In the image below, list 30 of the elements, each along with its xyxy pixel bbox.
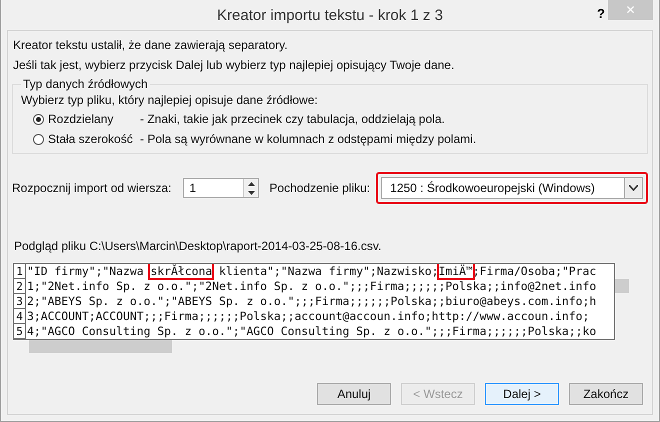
dialog-button[interactable]: Zakończ <box>569 383 643 405</box>
start-row-spinner[interactable]: 1 <box>183 178 260 198</box>
prompt-text: Wybierz typ pliku, który najlepiej opisuje dane źródłowe: <box>21 92 319 109</box>
preview-line: "ID firmy";"Nazwa skrĂłcona klienta";"Nazwa firmy";Nazwisko;ImiÄ™;Firma/Osoba;"Prac <box>26 264 596 279</box>
option-description: - Znaki, takie jak przecinek czy tabulacja, oddzielają pola. <box>140 112 445 126</box>
preview-line: 4;"AGCO Consulting Sp. z o.o.";"AGCO Consulting Sp. z o.o.";;;Firma;;;;;;Polska;;ko <box>26 324 596 339</box>
intro-text: Kreator tekstu ustalił, że dane zawierają separatory. <box>12 37 289 54</box>
start-row-label: Rozpocznij import od wiersza: <box>12 181 172 195</box>
radio-label[interactable]: Rozdzielany <box>48 112 140 126</box>
option-description: - Pola są wyrównane w kolumnach z odstępami między polami. <box>140 132 476 146</box>
intro-text: Jeśli tak jest, wybierz przycisk Dalej lub wybierz typ najlepiej opisujący Twoje dane. <box>12 57 456 74</box>
line-number: 2 <box>14 279 26 294</box>
origin-dropdown[interactable]: 1250 : Środkowoeuropejski (Windows) <box>381 177 643 199</box>
radio-button[interactable] <box>33 134 44 144</box>
radio-button[interactable] <box>33 114 44 124</box>
radio-label[interactable]: Stała szerokość <box>48 132 140 146</box>
dialog-button[interactable]: Dalej > <box>485 383 559 405</box>
preview-line: 2;"ABEYS Sp. z o.o.";"ABEYS Sp. z o.o.";;;Firma;;;;;;Polska;;biuro@abeys.com.info;h <box>26 294 596 309</box>
preview-line: 1;"2Net.info Sp. z o.o.";"2Net.info Sp. z o.o.";;;Firma;;;;;;Polska;;info@2net.info <box>26 279 596 294</box>
line-number: 3 <box>14 294 26 309</box>
line-number: 1 <box>14 264 26 279</box>
dialog-button[interactable]: Anuluj <box>317 383 391 405</box>
help-button[interactable]: ? <box>593 6 609 21</box>
preview-line: 3;ACCOUNT;ACCOUNT;;;Firma;;;;;;Polska;;account@accoun.info;http://www.accoun.info; <box>26 309 590 324</box>
line-number: 5 <box>14 324 26 339</box>
preview-label: Podgląd pliku C:\Users\Marcin\Desktop\raport-2014-03-25-08-16.csv. <box>13 239 382 255</box>
origin-label: Pochodzenie pliku: <box>269 181 370 195</box>
window-title: Kreator importu tekstu - krok 1 z 3 <box>217 6 443 24</box>
group-legend: Typ danych źródłowych <box>21 77 150 91</box>
line-number: 4 <box>14 309 26 324</box>
